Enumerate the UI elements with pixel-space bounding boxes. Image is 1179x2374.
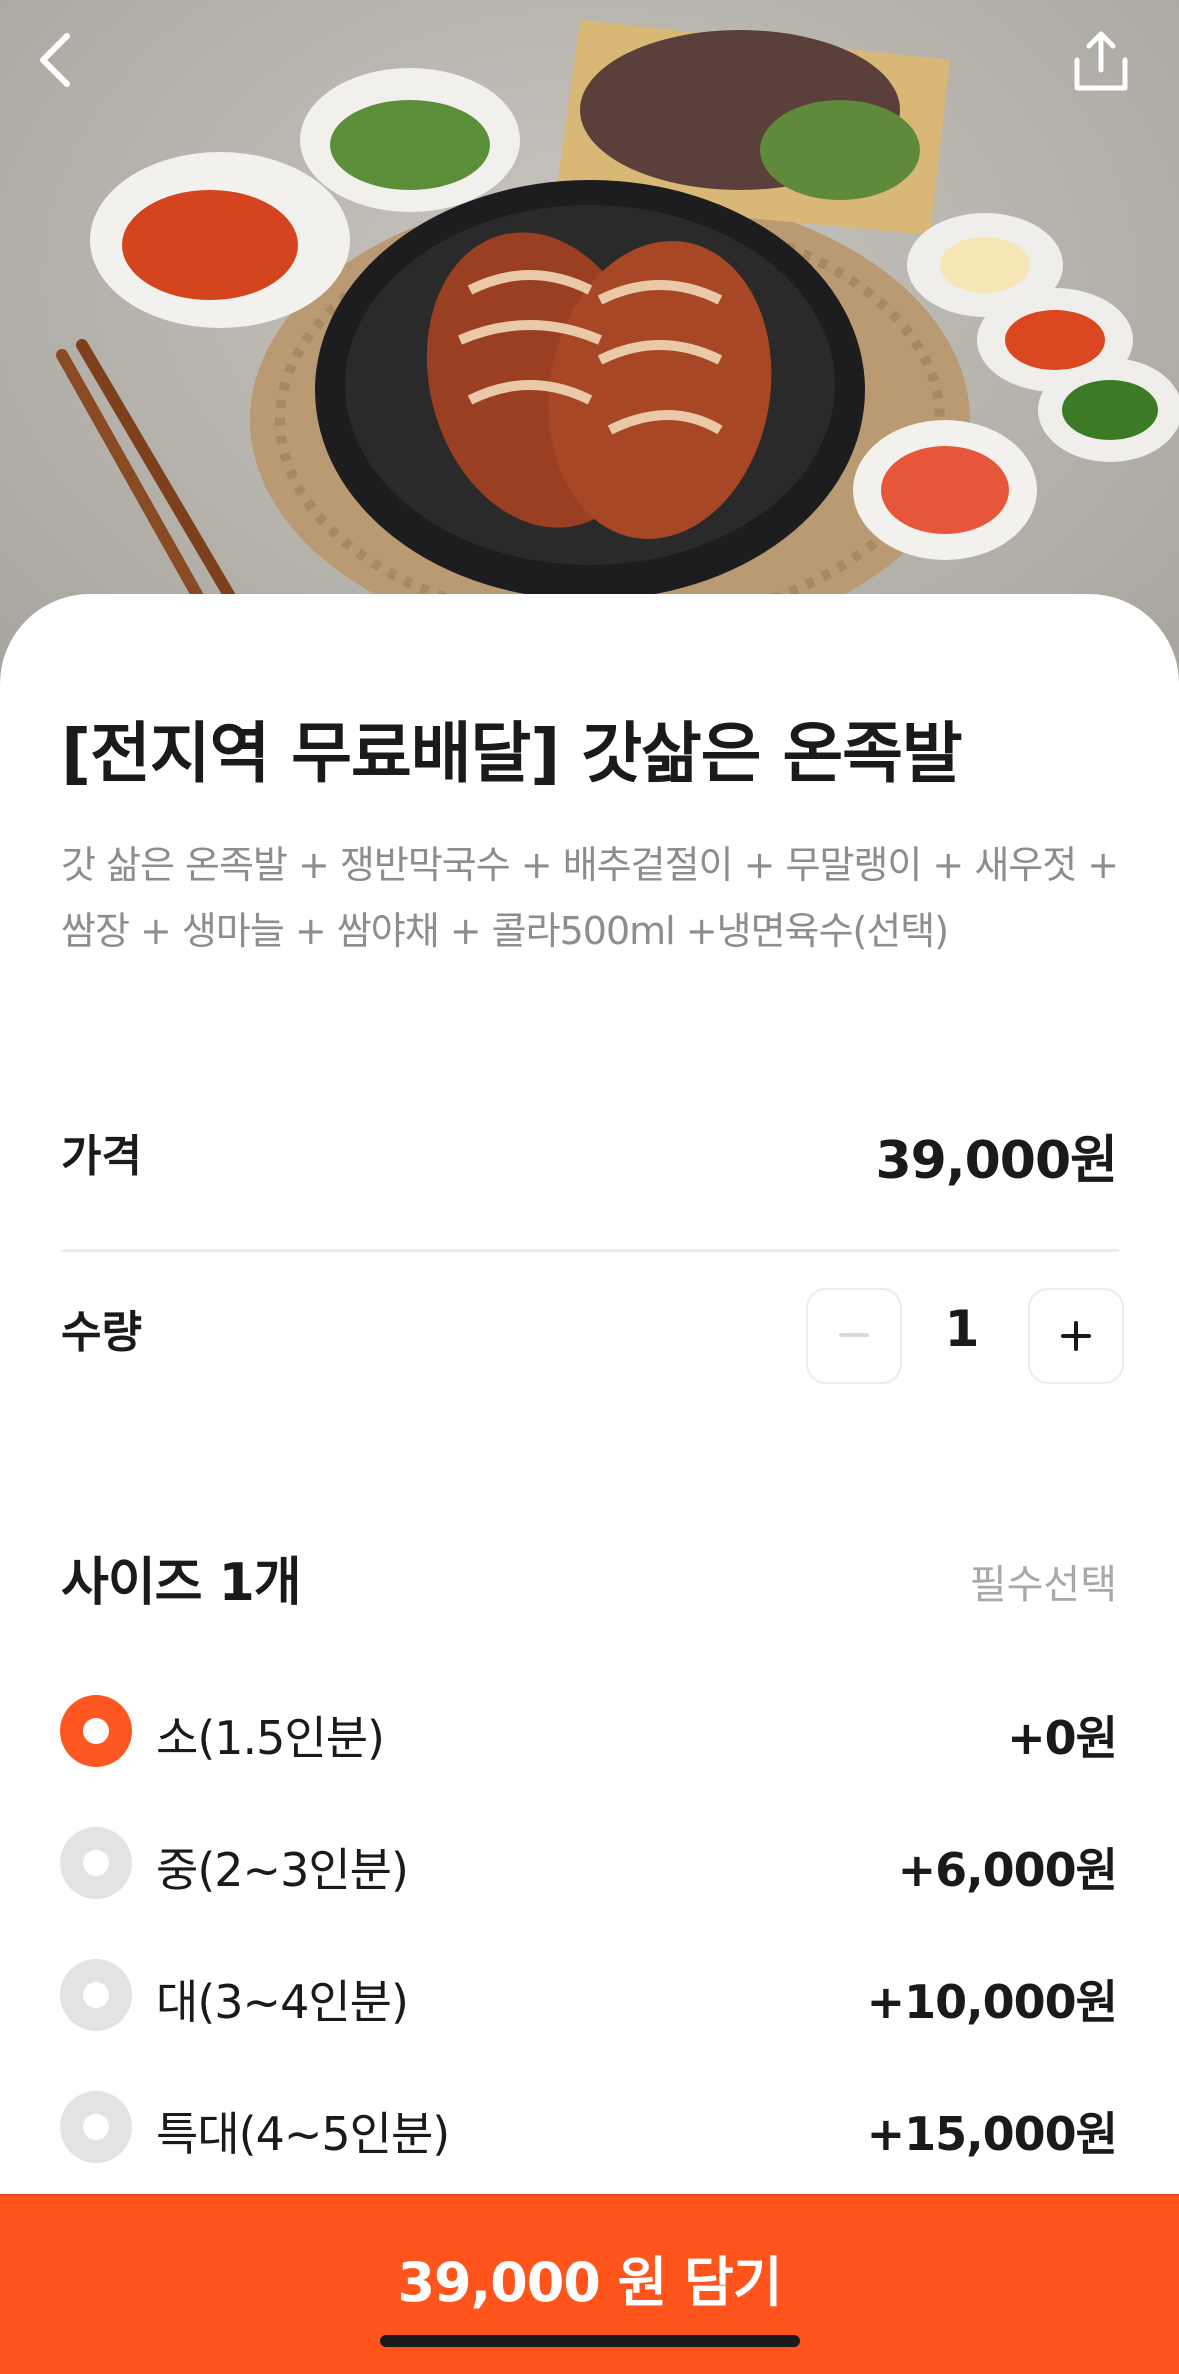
share-icon bbox=[1074, 31, 1128, 91]
add-to-cart-button[interactable]: 39,000 원 담기 bbox=[0, 2194, 1179, 2374]
option-label: 소(1.5인분) bbox=[156, 1711, 385, 1765]
radio-button[interactable] bbox=[60, 1827, 132, 1899]
option-price: +15,000원 bbox=[866, 2107, 1118, 2161]
radio-button[interactable] bbox=[60, 1959, 132, 2031]
required-badge: 필수선택 bbox=[969, 1562, 1117, 1608]
size-option-small[interactable]: 소(1.5인분) +0원 bbox=[0, 1680, 1179, 1780]
divider bbox=[61, 1249, 1119, 1252]
quantity-value: 1 bbox=[944, 1300, 980, 1358]
option-price: +6,000원 bbox=[897, 1843, 1118, 1897]
quantity-label: 수량 bbox=[61, 1307, 142, 1358]
radio-button[interactable] bbox=[60, 2091, 132, 2163]
minus-icon bbox=[839, 1333, 869, 1337]
back-button[interactable] bbox=[35, 30, 115, 110]
plus-icon bbox=[1061, 1321, 1091, 1351]
radio-button[interactable] bbox=[60, 1695, 132, 1767]
size-section-title: 사이즈 1개 bbox=[61, 1553, 302, 1613]
product-description: 갓 삶은 온족발 + 쟁반막국수 + 배추겉절이 + 무말랭이 + 새우젓 + … bbox=[61, 843, 1119, 953]
chevron-left-icon bbox=[40, 33, 70, 87]
size-option-extra-large[interactable]: 특대(4~5인분) +15,000원 bbox=[0, 2076, 1179, 2176]
share-button[interactable] bbox=[1071, 30, 1151, 110]
size-option-large[interactable]: 대(3~4인분) +10,000원 bbox=[0, 1944, 1179, 2044]
option-price: +0원 bbox=[1007, 1711, 1118, 1765]
option-label: 대(3~4인분) bbox=[156, 1975, 409, 2029]
quantity-decrease-button[interactable] bbox=[806, 1288, 902, 1384]
size-option-medium[interactable]: 중(2~3인분) +6,000원 bbox=[0, 1812, 1179, 1912]
price-label: 가격 bbox=[61, 1131, 142, 1182]
option-price: +10,000원 bbox=[866, 1975, 1118, 2029]
home-indicator bbox=[380, 2335, 800, 2347]
product-title: [전지역 무료배달] 갓삶은 온족발 bbox=[61, 715, 963, 792]
add-to-cart-label: 39,000 원 담기 bbox=[397, 2251, 782, 2314]
quantity-increase-button[interactable] bbox=[1028, 1288, 1124, 1384]
price-value: 39,000원 bbox=[875, 1131, 1118, 1191]
option-label: 중(2~3인분) bbox=[156, 1843, 409, 1897]
option-label: 특대(4~5인분) bbox=[156, 2107, 450, 2161]
